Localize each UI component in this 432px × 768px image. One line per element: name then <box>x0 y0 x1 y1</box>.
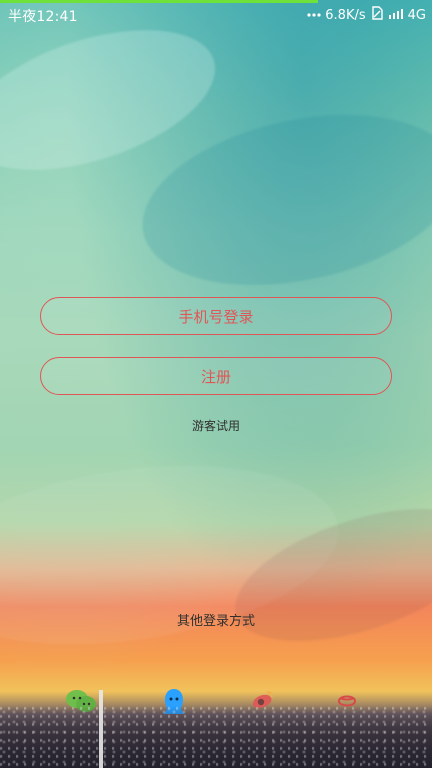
other-login-title: 其他登录方式 <box>176 614 255 629</box>
loading-progress-bar <box>0 0 318 3</box>
signal-icon <box>388 6 404 24</box>
guest-trial-link[interactable]: 游客试用 <box>0 417 432 434</box>
phone-login-button[interactable]: 手机号登录 <box>40 297 392 335</box>
status-time: 半夜12:41 <box>8 9 78 25</box>
network-speed: 6.8K/s <box>325 7 366 23</box>
sim-icon <box>370 6 384 24</box>
register-button[interactable]: 注册 <box>40 357 392 395</box>
dots-icon <box>307 7 321 23</box>
foreground-ground <box>0 706 432 768</box>
foreground-post <box>99 690 103 768</box>
register-label: 注册 <box>200 367 231 386</box>
status-right: 6.8K/s 4G <box>307 6 426 24</box>
status-bar: 半夜12:41 6.8K/s 4G <box>0 0 432 32</box>
phone-login-label: 手机号登录 <box>178 307 254 326</box>
network-type: 4G <box>407 7 426 23</box>
